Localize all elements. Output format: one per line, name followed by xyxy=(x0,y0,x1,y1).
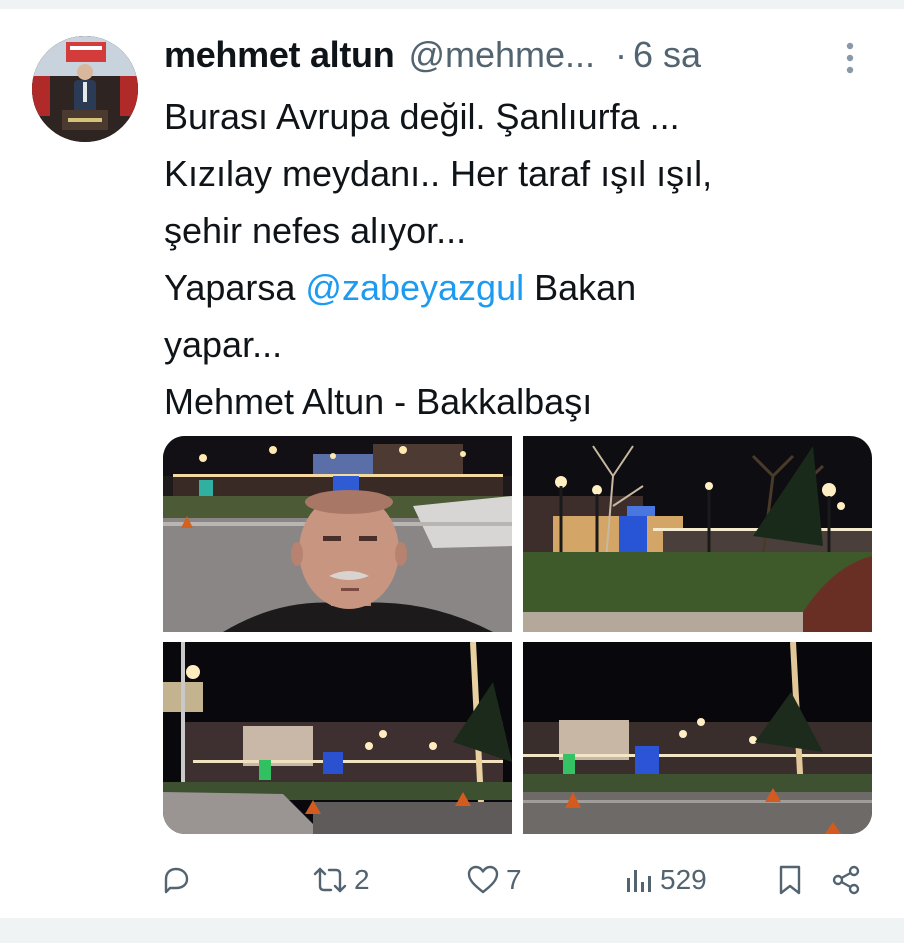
heart-icon xyxy=(466,864,500,896)
tweet-text-segment: Yaparsa xyxy=(164,267,306,308)
like-count: 7 xyxy=(506,864,522,895)
views-button[interactable]: 529 xyxy=(624,858,707,902)
timestamp[interactable]: 6 sa xyxy=(633,34,701,76)
views-count: 529 xyxy=(660,864,707,895)
tweet-actions: 2 7 529 xyxy=(160,858,880,902)
tweet-text-line: Yaparsa @zabeyazgul Bakan xyxy=(164,259,864,316)
tweet-header: mehmet altun @mehme... · 6 sa xyxy=(164,30,864,80)
separator-dot: · xyxy=(615,34,628,75)
media-grid xyxy=(163,436,872,834)
top-divider xyxy=(0,0,904,9)
bookmark-icon xyxy=(776,864,804,896)
tweet-text-line: yapar... xyxy=(164,316,864,373)
media-photo-2[interactable] xyxy=(523,436,872,632)
author-name[interactable]: mehmet altun xyxy=(164,34,395,76)
bottom-divider xyxy=(0,918,904,943)
tweet-text-segment: Kızılay meydanı.. Her taraf ışıl ışıl, xyxy=(164,153,713,194)
author-handle[interactable]: @mehme... xyxy=(408,34,595,76)
retweet-count: 2 xyxy=(354,864,370,895)
tweet-text-line: Mehmet Altun - Bakkalbaşı xyxy=(164,373,864,430)
media-photo-4[interactable] xyxy=(523,642,872,834)
views-icon xyxy=(624,864,654,896)
share-button[interactable] xyxy=(830,858,862,902)
retweet-button[interactable]: 2 xyxy=(312,858,370,902)
tweet-text-segment: Mehmet Altun - Bakkalbaşı xyxy=(164,381,593,422)
like-button[interactable]: 7 xyxy=(466,858,522,902)
retweet-icon xyxy=(312,864,348,896)
reply-icon xyxy=(160,864,192,896)
mention-link[interactable]: @zabeyazgul xyxy=(305,267,524,308)
tweet-text-segment: Burası Avrupa değil. Şanlıurfa ... xyxy=(164,96,680,137)
tweet-text-line: şehir nefes alıyor... xyxy=(164,202,864,259)
media-photo-1[interactable] xyxy=(163,436,512,632)
tweet-text-line: Kızılay meydanı.. Her taraf ışıl ışıl, xyxy=(164,145,864,202)
avatar[interactable] xyxy=(32,36,138,142)
media-photo-3[interactable] xyxy=(163,642,512,834)
tweet-text-segment: şehir nefes alıyor... xyxy=(164,210,467,251)
reply-button[interactable] xyxy=(160,858,198,902)
more-options-icon[interactable] xyxy=(838,40,862,76)
share-icon xyxy=(830,864,862,896)
tweet-text: Burası Avrupa değil. Şanlıurfa ... Kızıla… xyxy=(164,88,864,430)
tweet-text-segment: yapar... xyxy=(164,324,283,365)
tweet-text-line: Burası Avrupa değil. Şanlıurfa ... xyxy=(164,88,864,145)
bookmark-button[interactable] xyxy=(776,858,804,902)
tweet-text-segment: Bakan xyxy=(524,267,637,308)
